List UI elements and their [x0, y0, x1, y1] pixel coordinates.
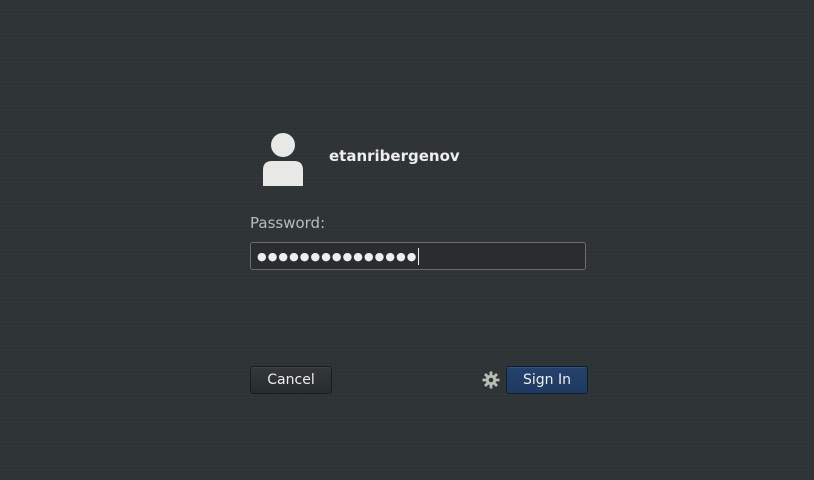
- cancel-button[interactable]: Cancel: [250, 366, 332, 394]
- password-label: Password:: [250, 214, 326, 232]
- user-avatar-icon: [263, 133, 303, 186]
- password-input[interactable]: ●●●●●●●●●●●●●●●: [250, 242, 586, 270]
- password-masked-value: ●●●●●●●●●●●●●●●: [257, 249, 418, 263]
- text-cursor: [418, 247, 420, 265]
- login-panel: etanribergenov Password: ●●●●●●●●●●●●●●●…: [250, 130, 588, 395]
- gear-icon[interactable]: [482, 371, 500, 389]
- sign-in-button[interactable]: Sign In: [506, 366, 588, 394]
- user-row: etanribergenov: [250, 130, 588, 190]
- username: etanribergenov: [329, 147, 460, 165]
